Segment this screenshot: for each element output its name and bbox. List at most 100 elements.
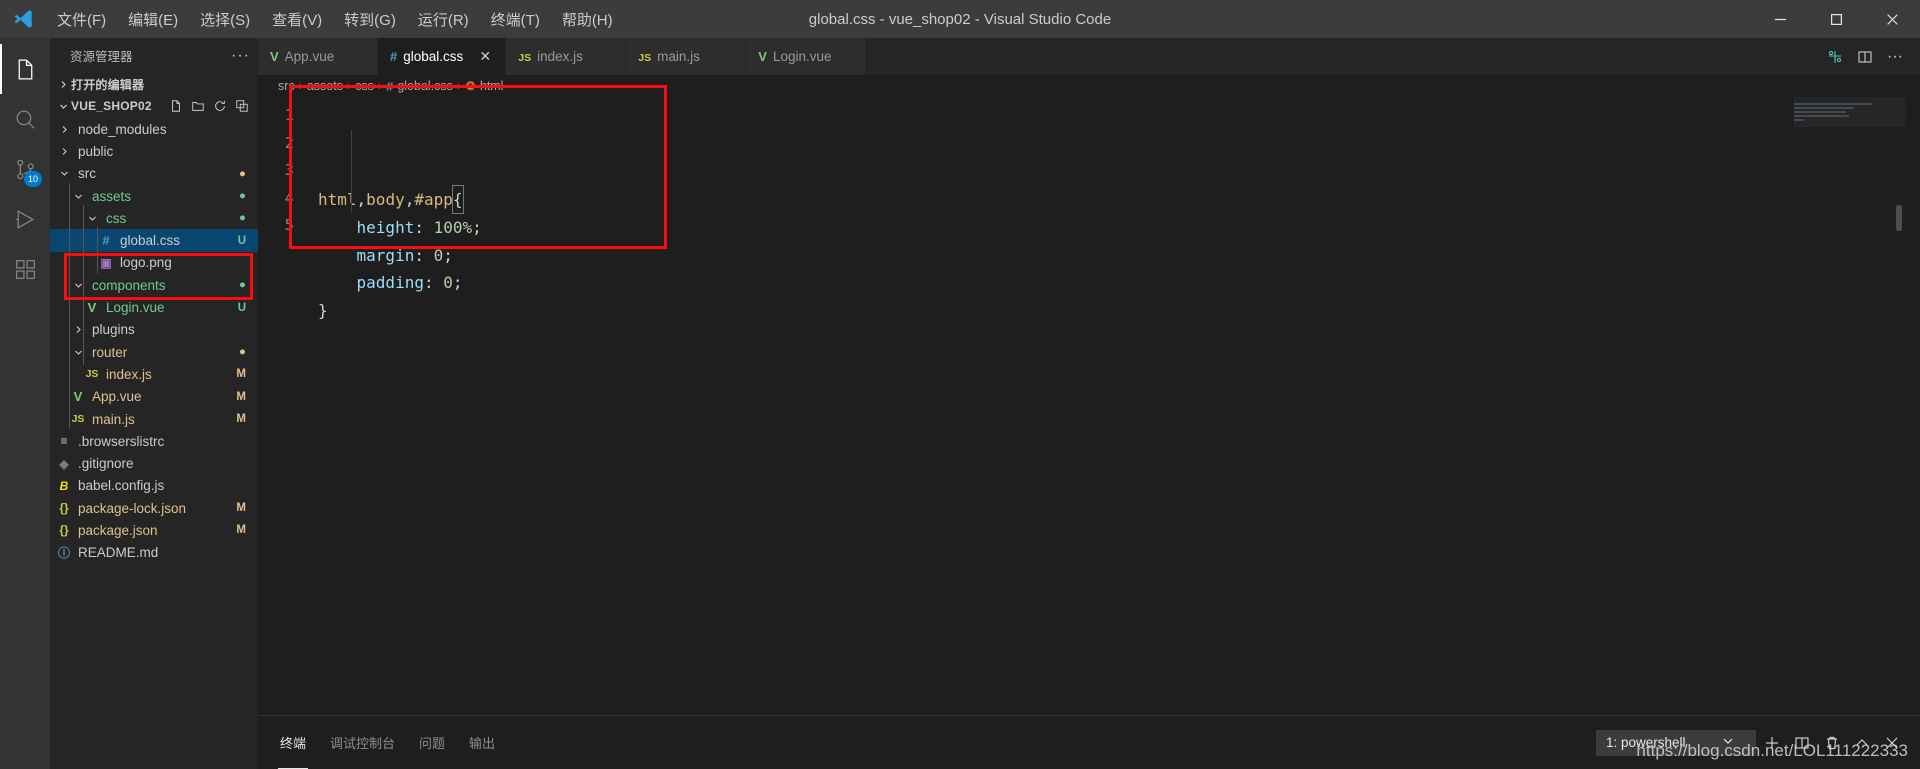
new-terminal-icon[interactable] — [1758, 730, 1786, 756]
tree-item-src[interactable]: src ● — [50, 163, 258, 185]
panel-tab[interactable]: 调试控制台 — [328, 716, 397, 769]
editor-tab-index-js[interactable]: JS index.js — [506, 38, 627, 75]
terminal-selector[interactable]: 1: powershell — [1596, 729, 1756, 756]
menu-item-help[interactable]: 帮助(H) — [551, 0, 624, 38]
activity-item-extensions[interactable] — [0, 244, 50, 294]
breadcrumb-item[interactable]: global.css — [397, 79, 453, 93]
refresh-icon[interactable] — [210, 97, 230, 115]
tree-item-badge: M — [236, 524, 246, 537]
chevron-right-icon — [69, 325, 87, 334]
chevron-down-icon — [83, 214, 101, 223]
tree-item-components[interactable]: components ● — [50, 274, 258, 296]
code-line[interactable]: html,body,#app{ — [318, 184, 482, 214]
tree-item-plugins[interactable]: plugins — [50, 319, 258, 341]
panel-tabs[interactable]: 终端 调试控制台 问题 输出 — [278, 716, 497, 769]
editor-body[interactable]: 1 2 3 4 5 html,body,#app{ height: 100%; marg… — [258, 97, 1920, 715]
tree-item-babel-config-js[interactable]: Bbabel.config.js — [50, 475, 258, 497]
layout-icon[interactable] — [1852, 44, 1878, 70]
breadcrumb-item[interactable]: css — [355, 79, 374, 93]
editor-tab-app-vue[interactable]: V App.vue — [258, 38, 378, 75]
sidebar-more-actions-icon[interactable]: ··· — [231, 47, 250, 65]
minimap[interactable] — [1794, 97, 1906, 715]
tree-item--gitignore[interactable]: ◆ .gitignore — [50, 452, 258, 474]
code-line[interactable]: padding: 0; — [318, 269, 482, 297]
hash-icon: # — [102, 233, 110, 249]
menu-item-file[interactable]: 文件(F) — [46, 0, 117, 38]
new-file-icon[interactable] — [166, 97, 186, 115]
tree-item-main-js[interactable]: JS main.js M — [50, 408, 258, 430]
section-project-root[interactable]: VUE_SHOP02 — [50, 95, 258, 117]
panel-tab[interactable]: 输出 — [467, 716, 497, 769]
breadcrumb-item[interactable]: assets — [307, 79, 343, 93]
editor-tab-label: index.js — [537, 49, 583, 64]
breadcrumb[interactable]: src › assets › css › # global.css › ⚙ html — [258, 75, 1920, 97]
activity-item-search[interactable] — [0, 94, 50, 144]
code-line[interactable]: } — [318, 297, 482, 325]
tree-item-login-vue[interactable]: V Login.vue U — [50, 296, 258, 318]
vue-icon: V — [73, 389, 83, 405]
collapse-all-icon[interactable] — [232, 97, 252, 115]
tree-item-node-modules[interactable]: node_modules — [50, 118, 258, 140]
editor-tab-global-css[interactable]: # global.css ✕ — [378, 38, 507, 75]
tree-item-css[interactable]: css ● — [50, 207, 258, 229]
code-token: : — [414, 218, 434, 237]
tree-item--browserslistrc[interactable]: ≡ .browserslistrc — [50, 430, 258, 452]
code-area[interactable]: 1 2 3 4 5 html,body,#app{ height: 100%; marg… — [258, 97, 482, 715]
menu-item-edit[interactable]: 编辑(E) — [117, 0, 189, 38]
more-actions-icon[interactable]: ··· — [1882, 44, 1908, 70]
tree-item-label: .browserslistrc — [78, 433, 165, 449]
file-tree[interactable]: node_modules public src ● assets ● css ● # global… — [50, 117, 258, 769]
tree-item-index-js[interactable]: JS index.js M — [50, 363, 258, 385]
tree-item-global-css[interactable]: # global.css U — [50, 229, 258, 252]
menu-item-view[interactable]: 查看(V) — [261, 0, 333, 38]
tree-item-package-lock-json[interactable]: {} package-lock.json M — [50, 497, 258, 519]
close-button[interactable] — [1864, 0, 1920, 38]
scrollbar-decoration[interactable] — [1896, 205, 1902, 231]
activity-item-run-and-debug[interactable] — [0, 194, 50, 244]
menu-item-go[interactable]: 转到(G) — [333, 0, 407, 38]
tree-item-package-json[interactable]: {} package.json M — [50, 519, 258, 541]
line-number: 2 — [284, 133, 294, 152]
new-folder-icon[interactable] — [188, 97, 208, 115]
code-line[interactable]: height: 100%; — [318, 214, 482, 242]
babel-icon: B — [59, 478, 69, 493]
editor-tab-login-vue[interactable]: V Login.vue — [746, 38, 867, 75]
section-open-editors[interactable]: 打开的编辑器 — [50, 73, 258, 95]
vue-icon: V — [270, 49, 279, 64]
tree-item-assets[interactable]: assets ● — [50, 185, 258, 207]
breadcrumb-item[interactable]: src — [278, 79, 295, 93]
tree-item-logo-png[interactable]: ▣ logo.png — [50, 252, 258, 274]
tab-close-icon[interactable]: ✕ — [477, 48, 493, 65]
info-icon: ⓘ — [57, 546, 70, 561]
breadcrumb-separator: › — [346, 79, 352, 93]
vscode-logo-icon — [0, 8, 46, 30]
git-icon: ◆ — [59, 456, 69, 471]
chevron-up-icon[interactable] — [1848, 730, 1876, 756]
tree-item-router[interactable]: router ● — [50, 341, 258, 363]
code-token: #app — [414, 189, 453, 209]
menu-item-selection[interactable]: 选择(S) — [189, 0, 261, 38]
close-icon[interactable] — [1878, 730, 1906, 756]
tree-item-label: .gitignore — [78, 456, 134, 472]
maximize-button[interactable] — [1808, 0, 1864, 38]
panel-tab[interactable]: 终端 — [278, 716, 309, 769]
code-line[interactable]: margin: 0; — [318, 242, 482, 270]
menu-item-terminal[interactable]: 终端(T) — [480, 0, 551, 38]
tree-item-readme-md[interactable]: ⓘ README.md — [50, 542, 258, 564]
breadcrumb-item[interactable]: html — [480, 79, 504, 93]
tree-item-app-vue[interactable]: V App.vue M — [50, 386, 258, 408]
split-terminal-icon[interactable] — [1788, 730, 1816, 756]
split-editor-icon[interactable] — [1822, 44, 1848, 70]
activity-item-source-control[interactable]: 10 — [0, 144, 50, 194]
panel-tab[interactable]: 问题 — [417, 716, 447, 769]
tree-item-public[interactable]: public — [50, 140, 258, 162]
activity-item-explorer[interactable] — [0, 44, 50, 94]
breadcrumb-separator: › — [298, 79, 303, 93]
minimize-button[interactable] — [1752, 0, 1808, 38]
menu-item-run[interactable]: 运行(R) — [407, 0, 480, 38]
editor-tab-main-js[interactable]: JS main.js — [626, 38, 747, 75]
source-code[interactable]: html,body,#app{ height: 100%; margin: 0;… — [310, 102, 482, 715]
editor-tabs[interactable]: V App.vue # global.css ✕ JS index.js JS main.js V… — [258, 38, 867, 75]
kill-terminal-icon[interactable] — [1818, 730, 1846, 756]
